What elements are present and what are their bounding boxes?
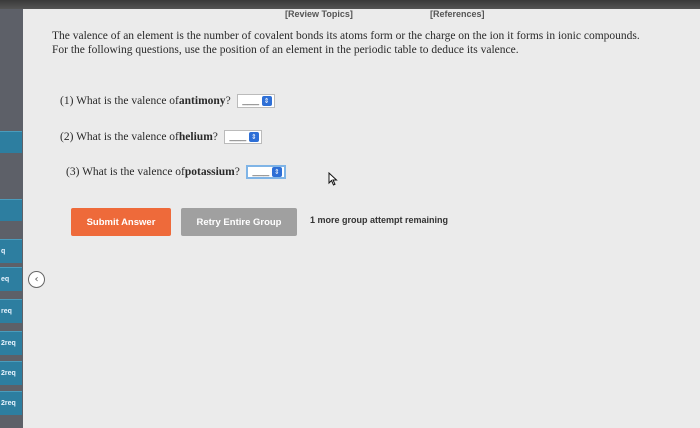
question-1: (1) What is the valence of antimony? ___…	[60, 94, 275, 108]
question-suffix: ?	[212, 131, 218, 143]
question-prefix: (3) What is the valence of	[66, 166, 185, 178]
question-suffix: ?	[234, 166, 240, 178]
up-down-arrows-icon: ⇕	[271, 167, 282, 177]
valence-select-1[interactable]: ___ ⇕	[236, 94, 275, 108]
review-topics-link[interactable]: [Review Topics]	[285, 9, 353, 19]
element-name: antimony	[178, 95, 226, 107]
instruction-line: For the following questions, use the pos…	[52, 43, 519, 56]
sidebar-item-q[interactable]: q	[0, 239, 22, 263]
sidebar-item[interactable]	[0, 131, 22, 153]
question-prefix: (1) What is the valence of	[60, 95, 179, 107]
select-value: ___	[252, 166, 270, 177]
sidebar-item-2req[interactable]: 2req	[0, 331, 22, 355]
sidebar-item-req[interactable]: req	[0, 299, 22, 323]
chevron-left-icon: ‹	[34, 273, 39, 285]
instructions: The valence of an element is the number …	[52, 30, 652, 57]
mouse-pointer-icon	[328, 172, 338, 186]
instruction-line: The valence of an element is the number …	[52, 30, 640, 42]
top-bar	[0, 0, 700, 9]
element-name: helium	[178, 131, 213, 143]
up-down-arrows-icon: ⇕	[261, 96, 272, 106]
question-panel: The valence of an element is the number …	[40, 22, 700, 428]
sidebar-item[interactable]	[0, 199, 22, 221]
sidebar-item-2req[interactable]: 2req	[0, 391, 22, 415]
submit-answer-button[interactable]: Submit Answer	[71, 208, 171, 236]
question-prefix: (2) What is the valence of	[60, 131, 179, 143]
sidebar-item-eq[interactable]: eq	[0, 267, 22, 291]
sidebar-item-2req[interactable]: 2req	[0, 361, 22, 385]
sidebar: q eq req 2req 2req 2req	[0, 9, 23, 428]
valence-select-2[interactable]: ___ ⇕	[223, 130, 262, 144]
references-link[interactable]: [References]	[430, 9, 485, 19]
question-suffix: ?	[225, 95, 231, 107]
up-down-arrows-icon: ⇕	[248, 132, 259, 142]
select-value: ___	[242, 95, 260, 106]
valence-select-3[interactable]: ___ ⇕	[245, 165, 286, 179]
element-name: potassium	[184, 166, 235, 178]
question-2: (2) What is the valence of helium? ___ ⇕	[60, 130, 262, 144]
retry-group-button[interactable]: Retry Entire Group	[181, 208, 297, 236]
question-3: (3) What is the valence of potassium? __…	[66, 165, 286, 179]
attempts-remaining-text: 1 more group attempt remaining	[310, 215, 449, 225]
select-value: ___	[229, 131, 247, 142]
